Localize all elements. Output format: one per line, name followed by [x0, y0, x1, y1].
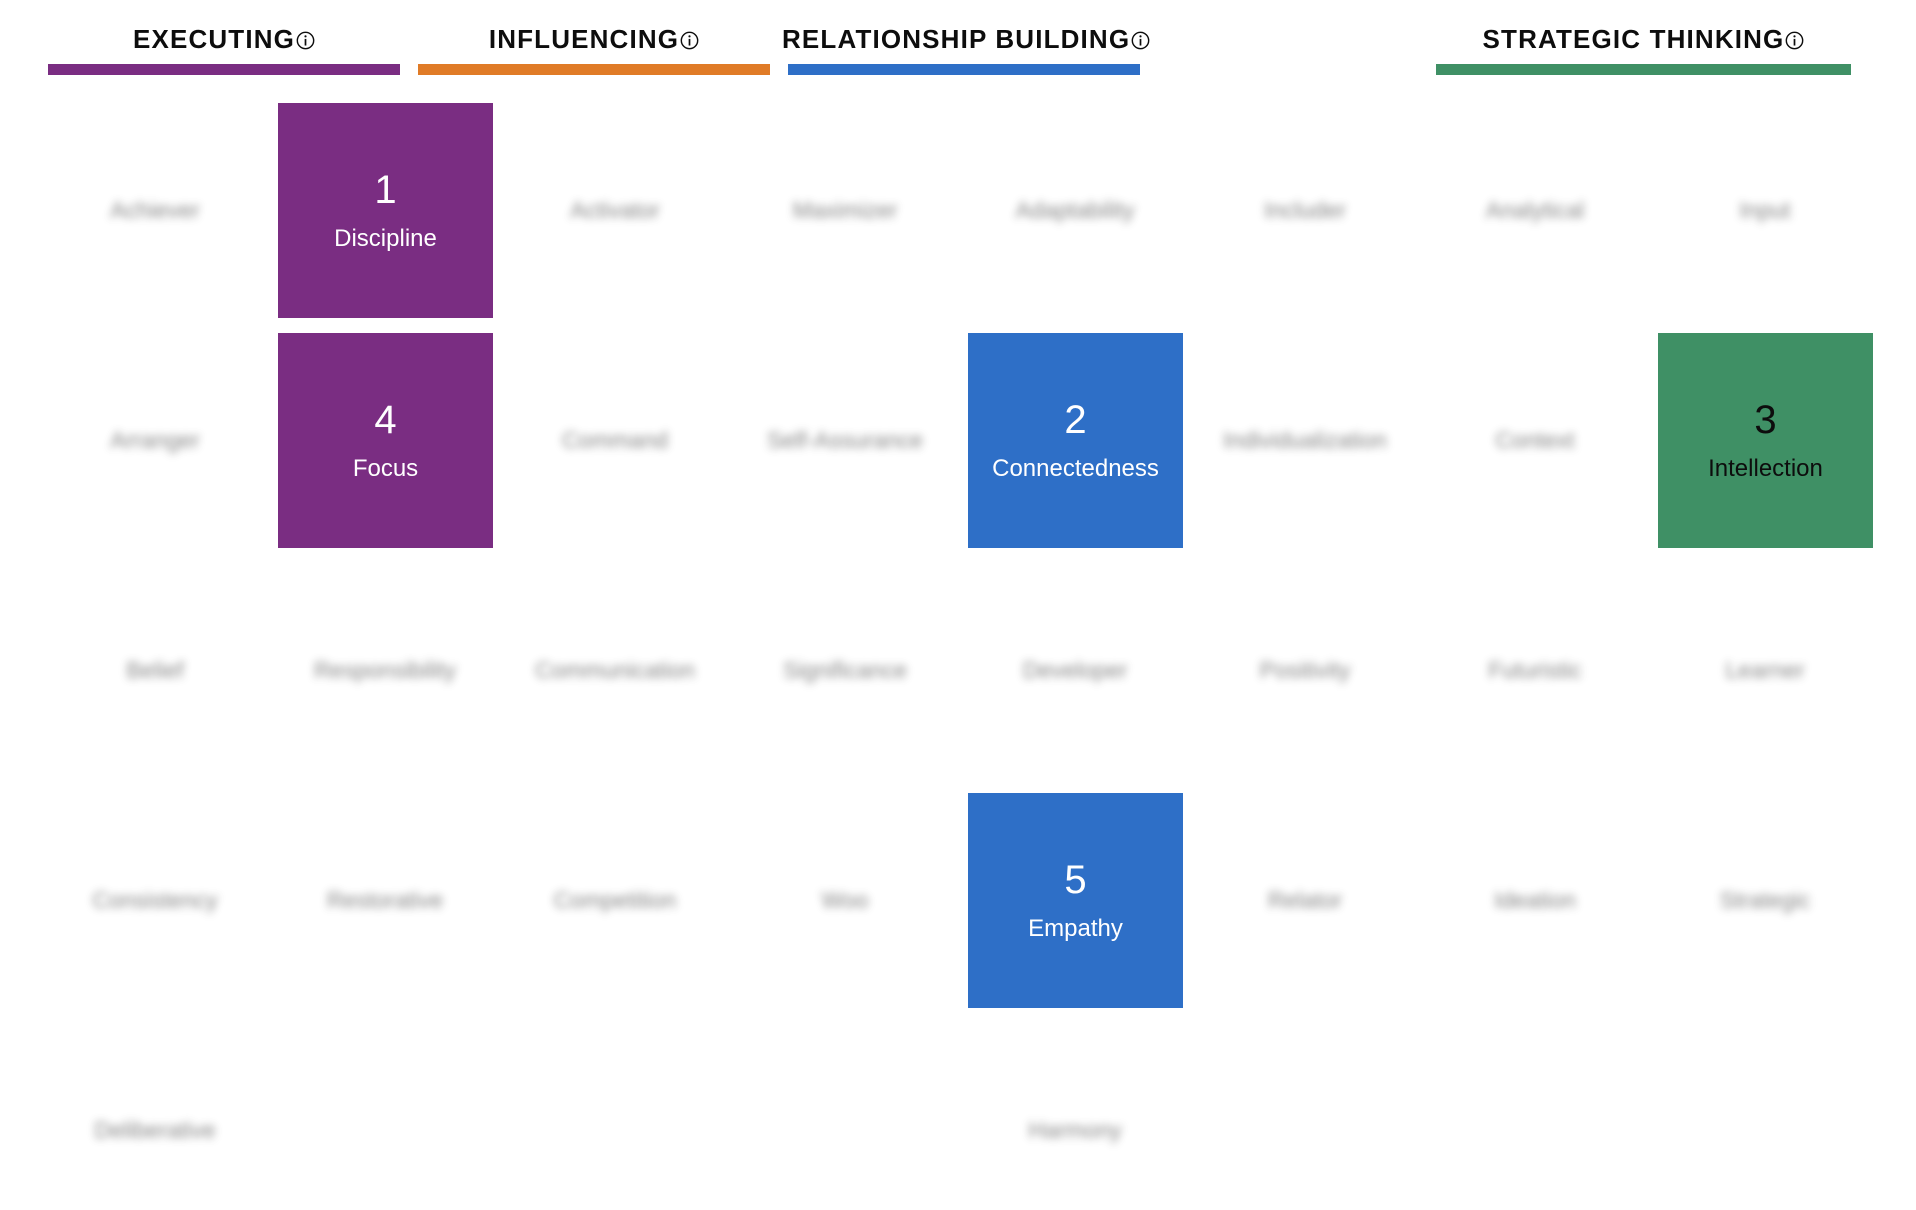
domain-title-strategic-thinking: STRATEGIC THINKING	[1430, 26, 1857, 52]
strength-tile-connectedness[interactable]: 2 Connectedness	[968, 333, 1183, 548]
info-icon[interactable]	[1785, 31, 1804, 50]
domain-header-influencing: INFLUENCING	[412, 0, 776, 90]
strength-name: Maximizer	[792, 196, 898, 223]
strength-rank: 3	[1754, 398, 1777, 442]
domain-header-strategic-thinking: STRATEGIC THINKING	[1430, 0, 1857, 90]
strength-name: Futuristic	[1488, 656, 1582, 683]
strength-cell-self-assurance[interactable]: Self-Assurance	[705, 420, 985, 460]
strength-name: Command	[561, 426, 669, 453]
domain-header-relationship-building: RELATIONSHIP BUILDING	[782, 0, 1150, 90]
domain-rule-executing	[48, 64, 400, 75]
strength-name: Empathy	[1028, 915, 1123, 942]
strength-name: Includer	[1264, 196, 1346, 223]
strength-name: Restorative	[326, 886, 444, 913]
strength-name: Harmony	[1028, 1116, 1122, 1143]
domain-header-executing: EXECUTING	[42, 0, 406, 90]
strength-name: Communication	[535, 656, 695, 683]
strength-cell-woo[interactable]: Woo	[705, 880, 985, 920]
strength-cell-strategic[interactable]: Strategic	[1625, 880, 1905, 920]
strength-name: Deliberative	[94, 1116, 216, 1143]
strength-name: Significance	[782, 656, 908, 683]
domain-label-executing: EXECUTING	[132, 24, 296, 54]
strength-name: Activator	[570, 196, 660, 223]
strength-name: Intellection	[1708, 455, 1823, 482]
info-icon[interactable]	[1131, 31, 1150, 50]
strength-cell-input[interactable]: Input	[1625, 190, 1905, 230]
strength-cell-context[interactable]: Context	[1395, 420, 1675, 460]
strength-tile-intellection[interactable]: 3 Intellection	[1658, 333, 1873, 548]
strength-tile-empathy[interactable]: 5 Empathy	[968, 793, 1183, 1008]
domain-title-influencing: INFLUENCING	[412, 26, 776, 52]
domain-label-strategic-thinking: STRATEGIC THINKING	[1482, 24, 1785, 54]
strength-name: Developer	[1022, 656, 1128, 683]
strength-name: Belief	[126, 656, 184, 683]
strength-name: Ideation	[1494, 886, 1576, 913]
strength-name: Strategic	[1719, 886, 1811, 913]
domain-rule-influencing	[418, 64, 770, 75]
strength-name: Adaptability	[1015, 196, 1135, 223]
strength-name: Analytical	[1485, 196, 1585, 223]
domain-label-relationship-building: RELATIONSHIP BUILDING	[782, 24, 1131, 54]
strength-name: Relator	[1267, 886, 1343, 913]
info-icon[interactable]	[680, 31, 699, 50]
strength-name: Self-Assurance	[767, 426, 923, 453]
strength-name: Discipline	[334, 225, 437, 252]
strength-name: Positivity	[1259, 656, 1351, 683]
domain-title-executing: EXECUTING	[42, 26, 406, 52]
strength-rank: 1	[374, 168, 397, 212]
strength-rank: 2	[1064, 398, 1087, 442]
strength-name: Achiever	[110, 196, 200, 223]
domain-rule-relationship-building	[788, 64, 1140, 75]
info-icon[interactable]	[296, 31, 315, 50]
strength-name: Learner	[1725, 656, 1805, 683]
strength-cell-deliberative[interactable]: Deliberative	[15, 1110, 295, 1150]
strength-cell-arranger[interactable]: Arranger	[15, 420, 295, 460]
strength-cell-learner[interactable]: Learner	[1625, 650, 1905, 690]
strength-cell-harmony[interactable]: Harmony	[935, 1110, 1215, 1150]
strength-name: Input	[1739, 196, 1791, 223]
strength-name: Responsibility	[314, 656, 456, 683]
strength-name: Individualization	[1223, 426, 1387, 453]
domain-rule-strategic-thinking	[1436, 64, 1851, 75]
domain-label-influencing: INFLUENCING	[488, 24, 680, 54]
strength-name: Woo	[821, 886, 869, 913]
domain-title-relationship-building: RELATIONSHIP BUILDING	[782, 24, 1150, 54]
strength-cell-achiever[interactable]: Achiever	[15, 190, 295, 230]
strength-name: Arranger	[110, 426, 200, 453]
strength-name: Consistency	[92, 886, 218, 913]
strength-tile-focus[interactable]: 4 Focus	[278, 333, 493, 548]
strength-tile-discipline[interactable]: 1 Discipline	[278, 103, 493, 318]
strength-name: Competition	[553, 886, 677, 913]
strength-name: Focus	[352, 455, 419, 482]
strength-rank: 4	[374, 398, 397, 442]
strength-name: Connectedness	[992, 455, 1159, 482]
strength-rank: 5	[1064, 858, 1087, 902]
strengths-grid-board: EXECUTING INFLUENCING RELATIONSHIP BUILDIN…	[0, 0, 1916, 1210]
strength-name: Context	[1495, 426, 1575, 453]
